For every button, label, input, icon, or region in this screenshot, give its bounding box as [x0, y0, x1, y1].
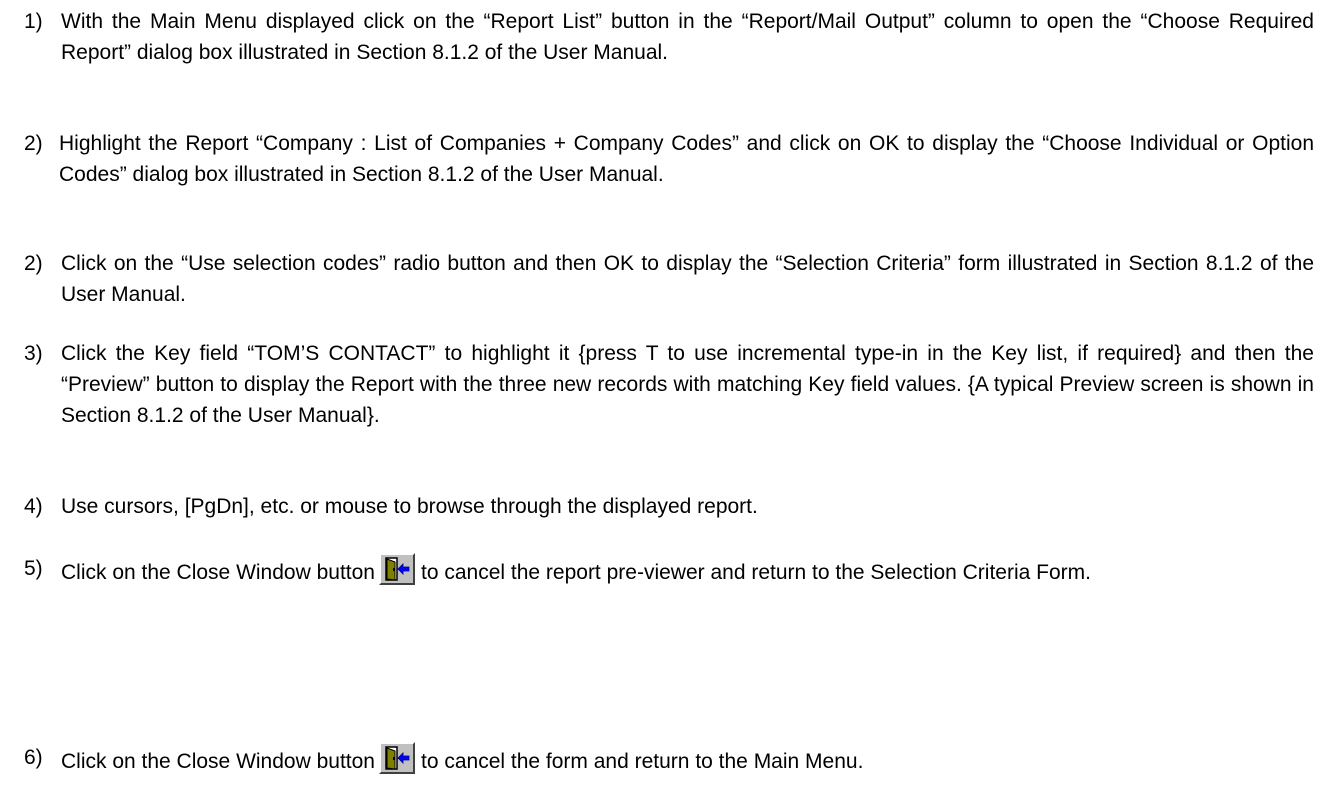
instruction-step: 3) Click the Key field “TOM’S CONTACT” t…	[24, 338, 1314, 431]
close-window-icon	[385, 746, 410, 770]
step-number: 6)	[24, 746, 43, 769]
instruction-step: 1) With the Main Menu displayed click on…	[24, 6, 1314, 68]
instruction-step: 4) Use cursors, [PgDn], etc. or mouse to…	[24, 491, 1314, 522]
step-number: 4)	[24, 495, 43, 518]
close-window-button[interactable]	[379, 742, 415, 774]
step-text-after: to cancel the form and return to the Mai…	[421, 750, 864, 773]
step-text: Click on the Close Window button to cance…	[61, 742, 1314, 777]
step-number: 2)	[24, 132, 43, 155]
instruction-step: 6) Click on the Close Window button to ca…	[24, 742, 1314, 777]
step-text: Highlight the Report “Company : List of …	[59, 132, 1314, 186]
step-text-before: Click on the Close Window button	[61, 750, 375, 773]
step-number: 1)	[24, 10, 43, 33]
step-text: Click on the “Use selection codes” radio…	[61, 252, 1314, 306]
step-text: Use cursors, [PgDn], etc. or mouse to br…	[61, 495, 758, 518]
step-text-after: to cancel the report pre-viewer and retu…	[421, 561, 1091, 584]
step-number: 2)	[24, 252, 43, 275]
instruction-step: 2) Click on the “Use selection codes” ra…	[24, 248, 1314, 310]
close-window-button[interactable]	[379, 553, 415, 585]
instruction-step: 2) Highlight the Report “Company : List …	[24, 128, 1314, 190]
close-window-icon	[385, 557, 410, 581]
step-text: Click on the Close Window button to cance…	[61, 553, 1314, 588]
step-number: 3)	[24, 342, 43, 365]
step-text: With the Main Menu displayed click on th…	[61, 10, 1314, 64]
step-text-before: Click on the Close Window button	[61, 561, 375, 584]
instruction-step: 5) Click on the Close Window button to ca…	[24, 553, 1314, 588]
step-text: Click the Key field “TOM’S CONTACT” to h…	[61, 342, 1314, 427]
step-number: 5)	[24, 557, 43, 580]
